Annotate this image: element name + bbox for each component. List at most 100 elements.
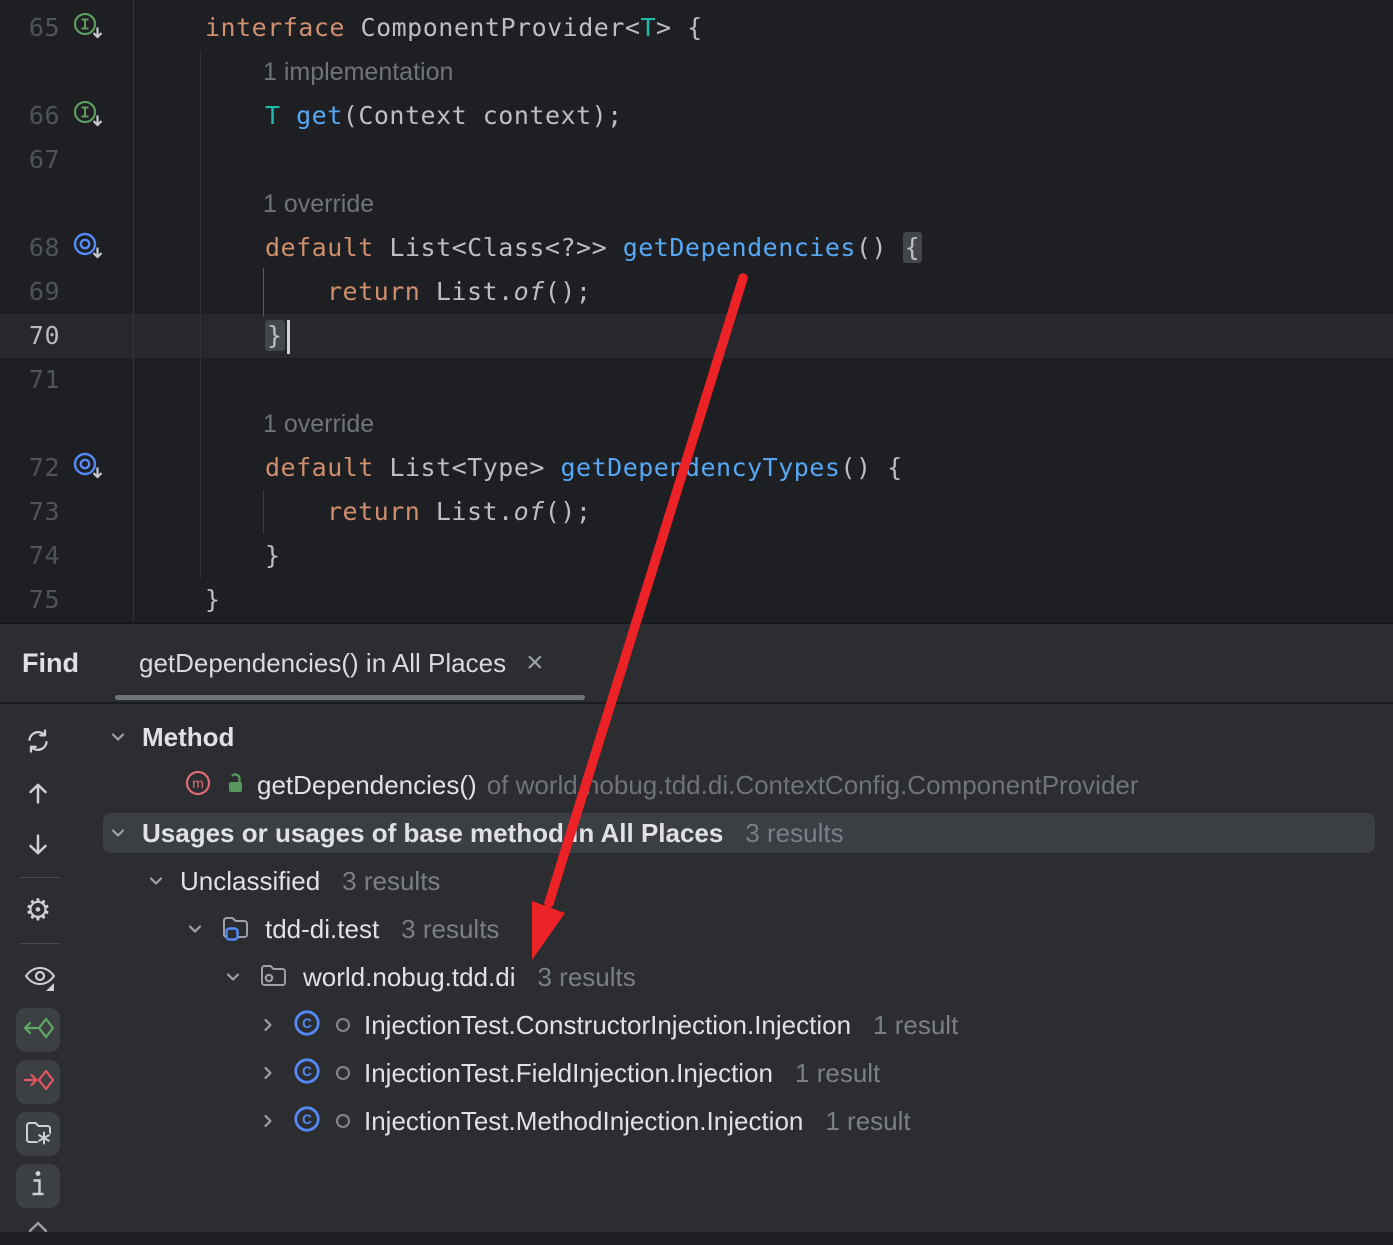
code-keyword: interface: [205, 13, 361, 42]
editor-line: 65 interface ComponentProvider<T> {: [0, 6, 1393, 50]
class-result-count: 1 result: [873, 1010, 958, 1041]
module-folder-icon: [219, 911, 251, 948]
find-panel-header: Find getDependencies() in All Places ×: [0, 624, 1393, 704]
editor-line: 71: [0, 358, 1393, 402]
svg-text:m: m: [192, 775, 204, 791]
editor-line-current: 70 }: [0, 314, 1393, 358]
package-count: 3 results: [537, 962, 635, 993]
public-lock-icon: [223, 770, 247, 801]
editor-inlay-row: 1 override: [0, 182, 1393, 226]
module-count: 3 results: [401, 914, 499, 945]
class-result-label: InjectionTest.MethodInjection.Injection: [364, 1106, 803, 1137]
info-button[interactable]: [16, 1164, 60, 1208]
line-number-current: 70: [0, 314, 60, 358]
editor-line: 69 return List.of();: [0, 270, 1393, 314]
code-editor[interactable]: 65 interface ComponentProvider<T> { 1 im…: [0, 0, 1393, 622]
overridden-icon[interactable]: [72, 451, 106, 485]
find-panel-title: Find: [22, 624, 79, 702]
tab-find-results[interactable]: getDependencies() in All Places ×: [115, 624, 568, 702]
code-method-name: getDependencies: [623, 233, 856, 262]
code-static-method: of: [514, 497, 545, 526]
class-result-count: 1 result: [795, 1058, 880, 1089]
method-icon: m: [183, 768, 213, 803]
info-icon: [30, 1169, 46, 1204]
code-typeparam: T: [640, 13, 656, 42]
inlay-hint-overrides[interactable]: 1 override: [263, 182, 374, 226]
tree-row-usages-header[interactable]: Usages or usages of base method in All P…: [0, 809, 1393, 857]
line-number: 72: [0, 446, 60, 490]
tree-row-method-header[interactable]: Method: [0, 713, 1393, 761]
line-number: 68: [0, 226, 60, 270]
tab-title: getDependencies() in All Places: [139, 648, 506, 679]
visibility-dot-icon: [336, 1066, 350, 1080]
line-number: 65: [0, 6, 60, 50]
inlay-hint-overrides[interactable]: 1 override: [263, 402, 374, 446]
class-result-count: 1 result: [825, 1106, 910, 1137]
usages-count: 3 results: [745, 818, 843, 849]
method-result-context: of world.nobug.tdd.di.ContextConfig.Comp…: [487, 770, 1139, 801]
visibility-dot-icon: [336, 1114, 350, 1128]
method-result-name: getDependencies(): [257, 770, 477, 801]
matched-brace: }: [265, 320, 285, 351]
chevron-down-icon[interactable]: [146, 871, 166, 891]
line-number: 73: [0, 490, 60, 534]
code-method-name: getDependencyTypes: [560, 453, 840, 482]
text-caret: [287, 320, 290, 354]
class-icon: C: [292, 1104, 322, 1139]
tree-row-method-result[interactable]: m getDependencies() of world.nobug.tdd.d…: [0, 761, 1393, 809]
overridden-icon[interactable]: [72, 231, 106, 265]
chevron-right-icon[interactable]: [258, 1015, 278, 1035]
code-method-name: get: [296, 101, 343, 130]
inlay-hint-implementations[interactable]: 1 implementation: [263, 50, 453, 94]
svg-text:C: C: [302, 1064, 312, 1079]
code-static-method: of: [514, 277, 545, 306]
line-number: 66: [0, 94, 60, 138]
tree-row-class-result[interactable]: C InjectionTest.MethodInjection.Injectio…: [0, 1097, 1393, 1145]
group-count: 3 results: [342, 866, 440, 897]
implemented-icon[interactable]: [72, 11, 106, 45]
chevron-down-icon[interactable]: [108, 823, 128, 843]
group-label: Unclassified: [180, 866, 320, 897]
module-label: tdd-di.test: [265, 914, 379, 945]
editor-line: 73 return List.of();: [0, 490, 1393, 534]
close-icon[interactable]: ×: [526, 648, 544, 678]
code-classname: ComponentProvider: [361, 13, 625, 42]
tree-row-class-result[interactable]: C InjectionTest.ConstructorInjection.Inj…: [0, 1001, 1393, 1049]
chevron-right-icon[interactable]: [258, 1111, 278, 1131]
class-result-label: InjectionTest.FieldInjection.Injection: [364, 1058, 773, 1089]
class-icon: C: [292, 1056, 322, 1091]
class-icon: C: [292, 1008, 322, 1043]
editor-line: 75 }: [0, 578, 1393, 622]
class-result-label: InjectionTest.ConstructorInjection.Injec…: [364, 1010, 851, 1041]
editor-inlay-row: 1 implementation: [0, 50, 1393, 94]
tree-row-unclassified[interactable]: Unclassified 3 results: [0, 857, 1393, 905]
package-folder-icon: [257, 959, 289, 996]
chevron-down-icon[interactable]: [108, 727, 128, 747]
editor-line: 74 }: [0, 534, 1393, 578]
matched-brace: {: [903, 232, 923, 263]
svg-text:C: C: [302, 1016, 312, 1031]
editor-line: 66 T get(Context context);: [0, 94, 1393, 138]
line-number: 74: [0, 534, 60, 578]
usages-label: Usages or usages of base method in All P…: [142, 818, 723, 849]
visibility-dot-icon: [336, 1018, 350, 1032]
line-number: 69: [0, 270, 60, 314]
package-label: world.nobug.tdd.di: [303, 962, 515, 993]
editor-line: 72 default List<Type> getDependencyTypes…: [0, 446, 1393, 490]
implemented-icon[interactable]: [72, 99, 106, 133]
chevron-down-icon[interactable]: [223, 967, 243, 987]
line-number: 71: [0, 358, 60, 402]
find-tool-window: Find getDependencies() in All Places × ⚙: [0, 622, 1393, 1232]
chevron-right-icon[interactable]: [258, 1063, 278, 1083]
tree-row-package[interactable]: world.nobug.tdd.di 3 results: [0, 953, 1393, 1001]
editor-line: 68 default List<Class<?>> getDependencie…: [0, 226, 1393, 270]
line-number: 75: [0, 578, 60, 622]
tree-row-module[interactable]: tdd-di.test 3 results: [0, 905, 1393, 953]
chevron-up-icon[interactable]: [23, 1210, 53, 1240]
editor-line: 67: [0, 138, 1393, 182]
editor-inlay-row: 1 override: [0, 402, 1393, 446]
tree-row-class-result[interactable]: C InjectionTest.FieldInjection.Injection…: [0, 1049, 1393, 1097]
tab-selected-indicator: [115, 695, 585, 700]
line-number: 67: [0, 138, 60, 182]
chevron-down-icon[interactable]: [185, 919, 205, 939]
